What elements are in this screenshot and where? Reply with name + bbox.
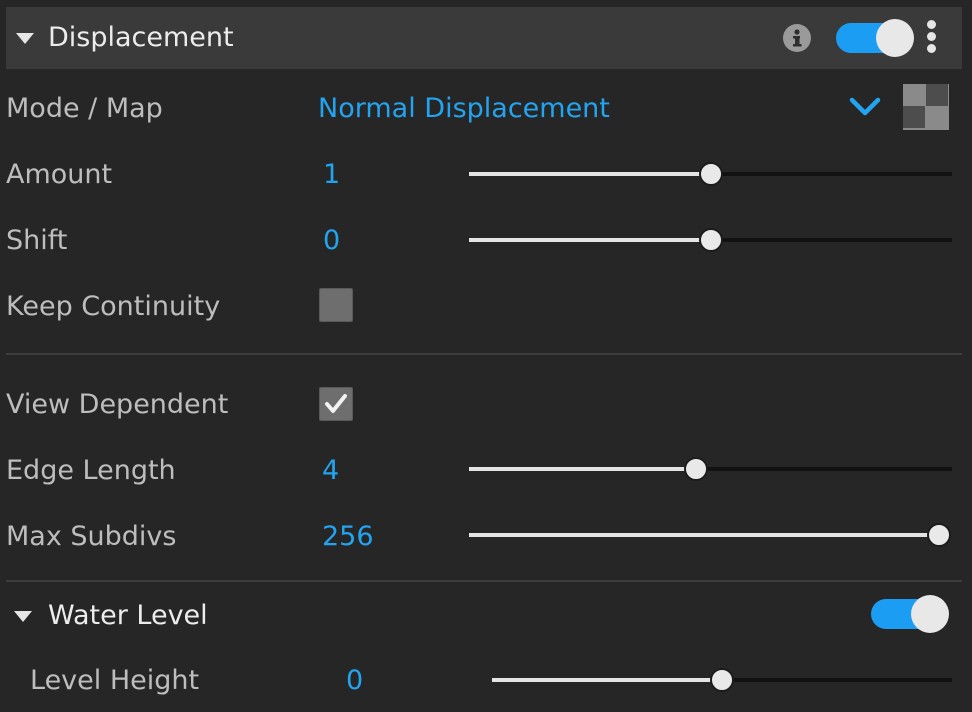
displacement-enable-toggle[interactable]: [836, 19, 914, 57]
keep-continuity-label: Keep Continuity: [6, 291, 221, 322]
texture-map-icon[interactable]: [903, 84, 949, 130]
mode-map-dropdown[interactable]: Normal Displacement: [318, 92, 610, 126]
slider-thumb[interactable]: [710, 668, 734, 692]
amount-label: Amount: [6, 159, 113, 190]
divider: [6, 353, 962, 355]
slider-thumb[interactable]: [698, 162, 723, 186]
displacement-header[interactable]: Displacement: [6, 7, 962, 69]
level-height-slider[interactable]: [492, 668, 952, 692]
amount-slider[interactable]: [469, 162, 952, 186]
max-subdivs-value[interactable]: 256: [322, 520, 374, 554]
slider-fill: [469, 533, 939, 537]
view-dependent-checkbox[interactable]: [319, 387, 353, 421]
divider: [6, 580, 962, 582]
slider-fill: [469, 238, 711, 242]
checkmark-icon: [325, 394, 347, 413]
edge-length-slider[interactable]: [469, 457, 952, 481]
keep-continuity-checkbox[interactable]: [319, 288, 353, 322]
shift-value[interactable]: 0: [323, 224, 340, 258]
displacement-panel: Displacement Mode / Map Normal Displacem…: [0, 0, 972, 712]
edge-length-value[interactable]: 4: [322, 454, 339, 488]
triangle-down-icon[interactable]: [14, 611, 32, 622]
kebab-menu-icon[interactable]: [926, 20, 936, 54]
slider-thumb[interactable]: [684, 457, 708, 481]
slider-fill: [469, 172, 711, 176]
slider-thumb[interactable]: [698, 228, 723, 252]
slider-thumb[interactable]: [927, 523, 951, 547]
slider-fill: [492, 678, 722, 682]
chevron-down-icon[interactable]: [848, 94, 882, 120]
toggle-knob: [876, 19, 914, 57]
info-icon[interactable]: [783, 24, 811, 52]
amount-value[interactable]: 1: [323, 158, 340, 192]
shift-label: Shift: [6, 225, 68, 256]
shift-slider[interactable]: [469, 228, 952, 252]
level-height-label: Level Height: [30, 665, 200, 696]
level-height-value[interactable]: 0: [346, 664, 363, 698]
slider-fill: [469, 467, 696, 471]
view-dependent-label: View Dependent: [6, 389, 229, 420]
water-level-enable-toggle[interactable]: [871, 595, 949, 633]
max-subdivs-label: Max Subdivs: [6, 521, 177, 552]
mode-map-label: Mode / Map: [6, 93, 163, 124]
edge-length-label: Edge Length: [6, 455, 176, 486]
toggle-knob: [911, 595, 949, 633]
section-title-displacement: Displacement: [48, 22, 234, 53]
triangle-down-icon[interactable]: [16, 33, 34, 44]
section-title-water-level[interactable]: Water Level: [48, 600, 208, 632]
max-subdivs-slider[interactable]: [469, 523, 951, 547]
